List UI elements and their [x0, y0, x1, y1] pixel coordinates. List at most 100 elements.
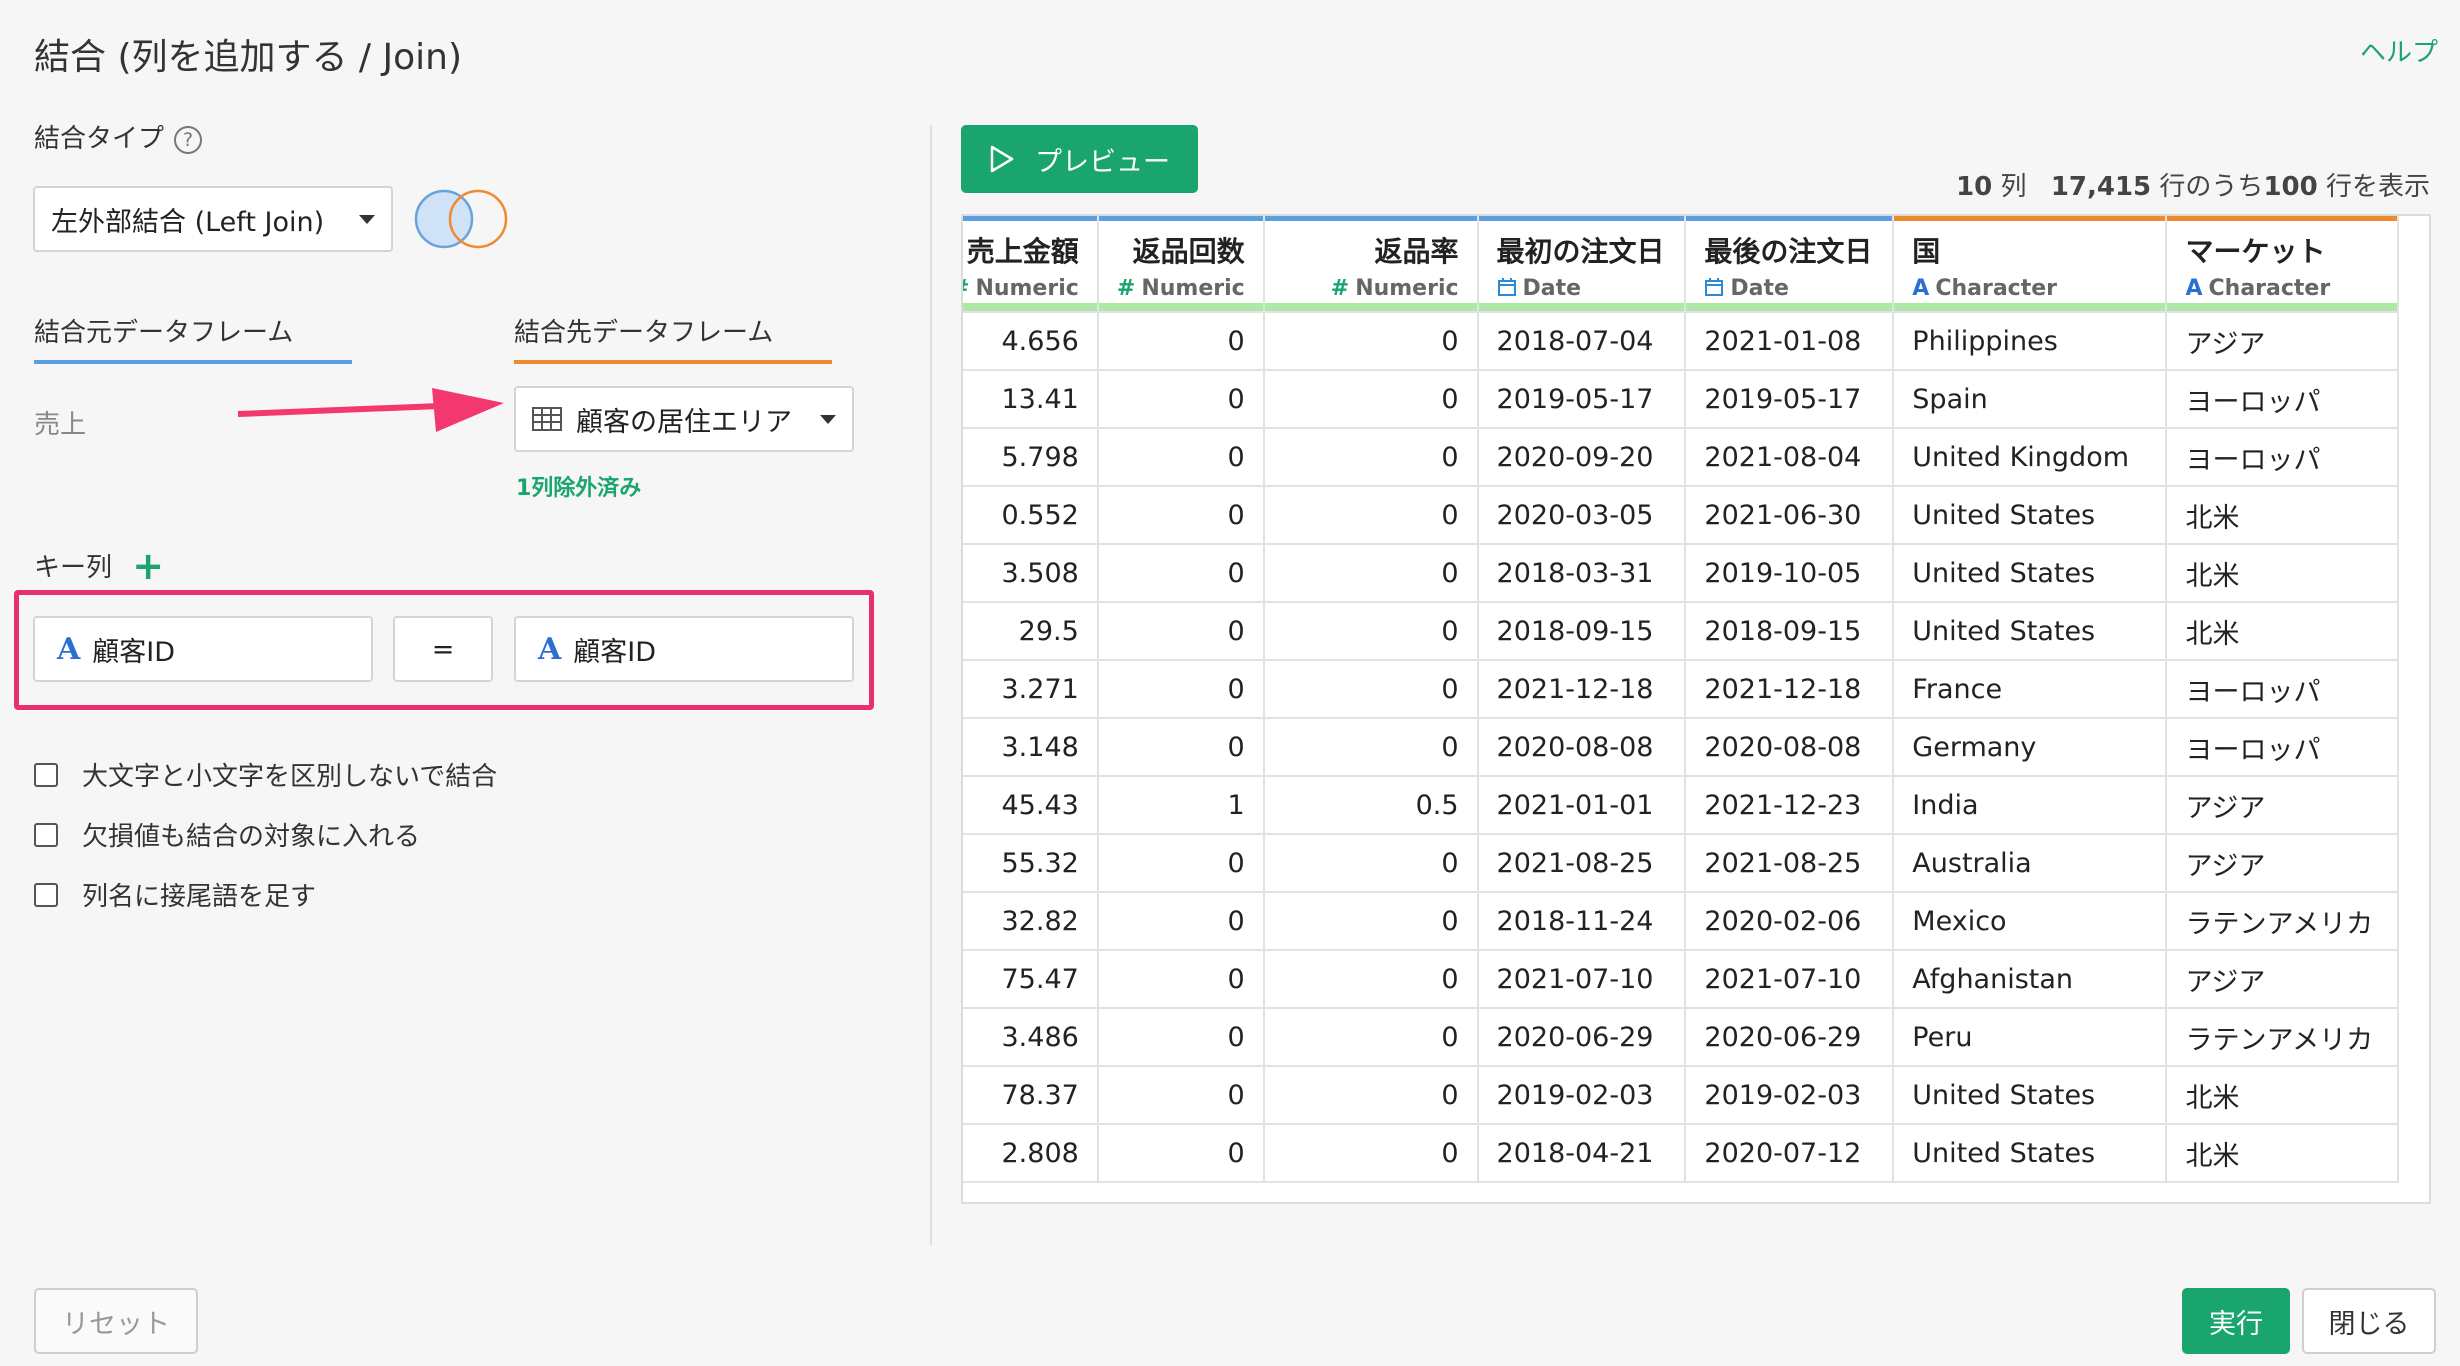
table-cell[interactable]: 0 [1263, 892, 1479, 951]
table-cell[interactable]: Australia [1893, 834, 2168, 893]
table-cell[interactable]: 0 [1097, 370, 1265, 429]
table-cell[interactable]: Peru [1893, 1008, 2168, 1067]
table-cell[interactable]: 0 [1097, 892, 1265, 951]
table-cell[interactable]: 2.808 [963, 1124, 1099, 1183]
join-operator[interactable]: = [393, 616, 493, 682]
column-header[interactable]: 売上金額 #Numeric [963, 216, 1099, 313]
table-cell[interactable]: 2020-06-29 [1685, 1008, 1895, 1067]
table-cell[interactable]: 78.37 [963, 1066, 1099, 1125]
table-cell[interactable]: 4.656 [963, 312, 1099, 371]
table-cell[interactable]: 3.486 [963, 1008, 1099, 1067]
table-cell[interactable]: United States [1893, 486, 2168, 545]
table-cell[interactable]: 0 [1263, 950, 1479, 1009]
table-cell[interactable]: 2018-11-24 [1477, 892, 1687, 951]
left-key-select[interactable]: A 顧客ID [33, 616, 373, 682]
help-circle-icon[interactable]: ? [174, 125, 203, 154]
table-cell[interactable]: 2019-05-17 [1685, 370, 1895, 429]
table-cell[interactable]: 2021-12-18 [1685, 660, 1895, 719]
table-cell[interactable]: United States [1893, 544, 2168, 603]
table-cell[interactable]: 2020-08-08 [1477, 718, 1687, 777]
table-cell[interactable]: 13.41 [963, 370, 1099, 429]
table-cell[interactable]: 2021-08-25 [1477, 834, 1687, 893]
table-cell[interactable]: 2021-06-30 [1685, 486, 1895, 545]
table-cell[interactable]: ヨーロッパ [2166, 660, 2399, 719]
close-button[interactable]: 閉じる [2302, 1288, 2436, 1354]
table-cell[interactable]: 0 [1263, 660, 1479, 719]
table-cell[interactable]: 0 [1097, 602, 1265, 661]
table-cell[interactable]: 32.82 [963, 892, 1099, 951]
excluded-columns-note[interactable]: 1列除外済み [516, 470, 641, 502]
table-cell[interactable]: ヨーロッパ [2166, 428, 2399, 487]
table-cell[interactable]: 2019-02-03 [1477, 1066, 1687, 1125]
table-cell[interactable]: 0 [1263, 834, 1479, 893]
table-cell[interactable]: 北米 [2166, 486, 2399, 545]
table-cell[interactable]: 29.5 [963, 602, 1099, 661]
table-cell[interactable]: 2018-04-21 [1477, 1124, 1687, 1183]
run-button[interactable]: 実行 [2182, 1288, 2290, 1354]
table-cell[interactable]: アジア [2166, 834, 2399, 893]
table-cell[interactable]: Mexico [1893, 892, 2168, 951]
table-cell[interactable]: United States [1893, 602, 2168, 661]
table-cell[interactable]: 2021-01-08 [1685, 312, 1895, 371]
table-cell[interactable]: 2019-05-17 [1477, 370, 1687, 429]
table-cell[interactable]: アジア [2166, 776, 2399, 835]
column-header[interactable]: 最初の注文日 Date [1477, 216, 1687, 313]
table-cell[interactable]: 0 [1097, 486, 1265, 545]
table-cell[interactable]: 0 [1263, 486, 1479, 545]
table-cell[interactable]: 0 [1263, 1066, 1479, 1125]
table-cell[interactable]: 0 [1097, 660, 1265, 719]
column-header[interactable]: 返品回数 # Numeric [1097, 216, 1265, 313]
table-cell[interactable]: 0 [1097, 950, 1265, 1009]
table-cell[interactable]: 2021-08-25 [1685, 834, 1895, 893]
preview-button[interactable]: プレビュー [961, 125, 1198, 193]
table-cell[interactable]: 0 [1263, 1124, 1479, 1183]
table-cell[interactable]: 0 [1097, 1008, 1265, 1067]
join-type-select[interactable]: 左外部結合 (Left Join) [33, 186, 393, 252]
table-cell[interactable]: 北米 [2166, 544, 2399, 603]
table-cell[interactable]: Spain [1893, 370, 2168, 429]
table-cell[interactable]: 0 [1097, 428, 1265, 487]
option-add-suffix[interactable]: 列名に接尾語を足す [34, 876, 316, 913]
table-cell[interactable]: 0 [1263, 370, 1479, 429]
column-header[interactable]: マーケット A Character [2166, 216, 2399, 313]
column-header[interactable]: 返品率 # Numeric [1263, 216, 1479, 313]
table-cell[interactable]: 0 [1097, 312, 1265, 371]
table-cell[interactable]: 0 [1263, 718, 1479, 777]
column-header[interactable]: 最後の注文日 Date [1685, 216, 1895, 313]
option-case-insensitive[interactable]: 大文字と小文字を区別しないで結合 [34, 756, 497, 793]
table-cell[interactable]: Philippines [1893, 312, 2168, 371]
table-cell[interactable]: ラテンアメリカ [2166, 1008, 2399, 1067]
add-key-icon[interactable]: + [132, 544, 164, 588]
table-cell[interactable]: 北米 [2166, 1066, 2399, 1125]
table-cell[interactable]: 3.508 [963, 544, 1099, 603]
table-cell[interactable]: 2020-09-20 [1477, 428, 1687, 487]
table-cell[interactable]: Germany [1893, 718, 2168, 777]
table-cell[interactable]: 55.32 [963, 834, 1099, 893]
table-cell[interactable]: 2018-07-04 [1477, 312, 1687, 371]
table-cell[interactable]: 3.271 [963, 660, 1099, 719]
table-cell[interactable]: 0 [1263, 602, 1479, 661]
table-cell[interactable]: 2020-06-29 [1477, 1008, 1687, 1067]
checkbox[interactable] [34, 822, 58, 847]
right-key-select[interactable]: A 顧客ID [514, 616, 854, 682]
table-cell[interactable]: 2020-08-08 [1685, 718, 1895, 777]
table-cell[interactable]: 3.148 [963, 718, 1099, 777]
table-cell[interactable]: 2020-02-06 [1685, 892, 1895, 951]
target-frame-select[interactable]: 顧客の居住エリア [514, 386, 854, 452]
table-cell[interactable]: 0 [1097, 834, 1265, 893]
table-cell[interactable]: United States [1893, 1124, 2168, 1183]
table-cell[interactable]: 0 [1263, 544, 1479, 603]
table-cell[interactable]: 0.5 [1263, 776, 1479, 835]
table-cell[interactable]: 2021-08-04 [1685, 428, 1895, 487]
table-cell[interactable]: 5.798 [963, 428, 1099, 487]
preview-table[interactable]: 売上金額#Numeric返品回数#Numeric返品率#Numeric最初の注文… [961, 214, 2431, 1204]
option-include-missing[interactable]: 欠損値も結合の対象に入れる [34, 816, 420, 853]
table-cell[interactable]: 2018-09-15 [1477, 602, 1687, 661]
table-cell[interactable]: 2020-07-12 [1685, 1124, 1895, 1183]
table-cell[interactable]: 2020-03-05 [1477, 486, 1687, 545]
table-cell[interactable]: 0.552 [963, 486, 1099, 545]
checkbox[interactable] [34, 762, 58, 787]
table-cell[interactable]: United Kingdom [1893, 428, 2168, 487]
column-header[interactable]: 国 A Character [1893, 216, 2168, 313]
table-cell[interactable]: 北米 [2166, 1124, 2399, 1183]
